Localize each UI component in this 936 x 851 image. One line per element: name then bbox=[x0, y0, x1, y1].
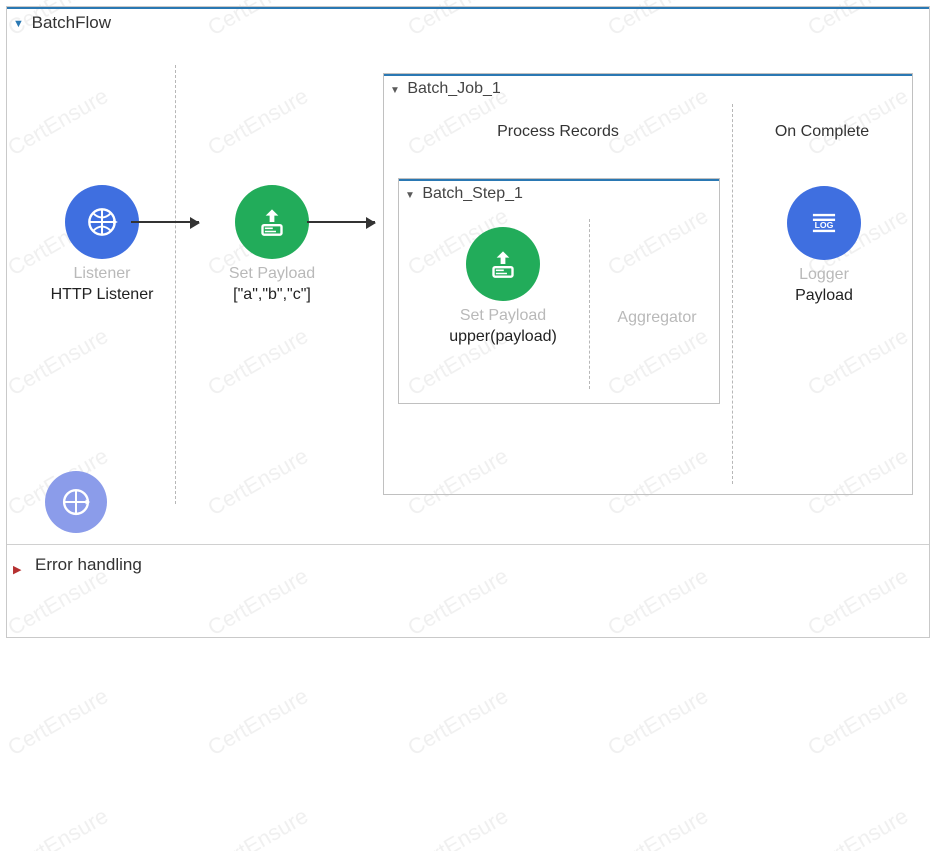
set-payload-node[interactable]: Set Payload ["a","b","c"] bbox=[197, 185, 347, 305]
aggregator-area: Aggregator bbox=[597, 309, 717, 329]
svg-text:LOG: LOG bbox=[815, 220, 834, 230]
set-payload-type: Set Payload bbox=[197, 265, 347, 283]
logger-node[interactable]: LOG Logger Payload bbox=[744, 186, 904, 306]
flow-title: BatchFlow bbox=[32, 13, 111, 32]
step-set-payload-node[interactable]: Set Payload upper(payload) bbox=[423, 227, 583, 347]
flow-canvas: Listener HTTP Listener Set Payload ["a",… bbox=[7, 35, 929, 545]
on-complete-title: On Complete bbox=[732, 104, 912, 142]
aggregator-divider bbox=[589, 219, 590, 389]
batch-job-panel[interactable]: ▼ Batch_Job_1 Process Records On Complet… bbox=[383, 73, 913, 495]
error-source-node[interactable] bbox=[45, 471, 107, 539]
logger-type: Logger bbox=[744, 266, 904, 284]
listener-label: HTTP Listener bbox=[27, 285, 177, 305]
oncomplete-divider bbox=[732, 104, 733, 484]
error-handling-section[interactable]: ▶ Error handling bbox=[7, 545, 929, 585]
flow-container: ▼ BatchFlow Listener HTTP Listener Set P… bbox=[6, 6, 930, 638]
error-handling-label: Error handling bbox=[35, 555, 142, 574]
flow-header[interactable]: ▼ BatchFlow bbox=[7, 7, 929, 35]
collapse-icon[interactable]: ▶ bbox=[13, 563, 21, 576]
set-payload-label: ["a","b","c"] bbox=[197, 285, 347, 305]
batch-job-title: Batch_Job_1 bbox=[407, 80, 500, 97]
payload-icon bbox=[466, 227, 540, 301]
globe-error-icon bbox=[45, 471, 107, 533]
arrow-payload-to-batch bbox=[307, 221, 375, 223]
payload-icon bbox=[235, 185, 309, 259]
expand-icon[interactable]: ▼ bbox=[405, 190, 415, 201]
step-set-payload-type: Set Payload bbox=[423, 307, 583, 325]
listener-node[interactable]: Listener HTTP Listener bbox=[27, 185, 177, 305]
process-records-title: Process Records bbox=[384, 104, 732, 142]
listener-type: Listener bbox=[27, 265, 177, 283]
expand-icon[interactable]: ▼ bbox=[13, 18, 24, 30]
aggregator-label: Aggregator bbox=[597, 309, 717, 327]
batch-step-header[interactable]: ▼ Batch_Step_1 bbox=[399, 179, 719, 205]
log-icon: LOG bbox=[787, 186, 861, 260]
expand-icon[interactable]: ▼ bbox=[390, 85, 400, 96]
arrow-listener-to-payload bbox=[131, 221, 199, 223]
globe-icon bbox=[65, 185, 139, 259]
batch-step-panel[interactable]: ▼ Batch_Step_1 Set Payload upper(payload… bbox=[398, 178, 720, 404]
step-set-payload-label: upper(payload) bbox=[423, 327, 583, 347]
batch-step-title: Batch_Step_1 bbox=[422, 185, 523, 202]
batch-job-header[interactable]: ▼ Batch_Job_1 bbox=[384, 74, 912, 100]
logger-label: Payload bbox=[744, 286, 904, 306]
